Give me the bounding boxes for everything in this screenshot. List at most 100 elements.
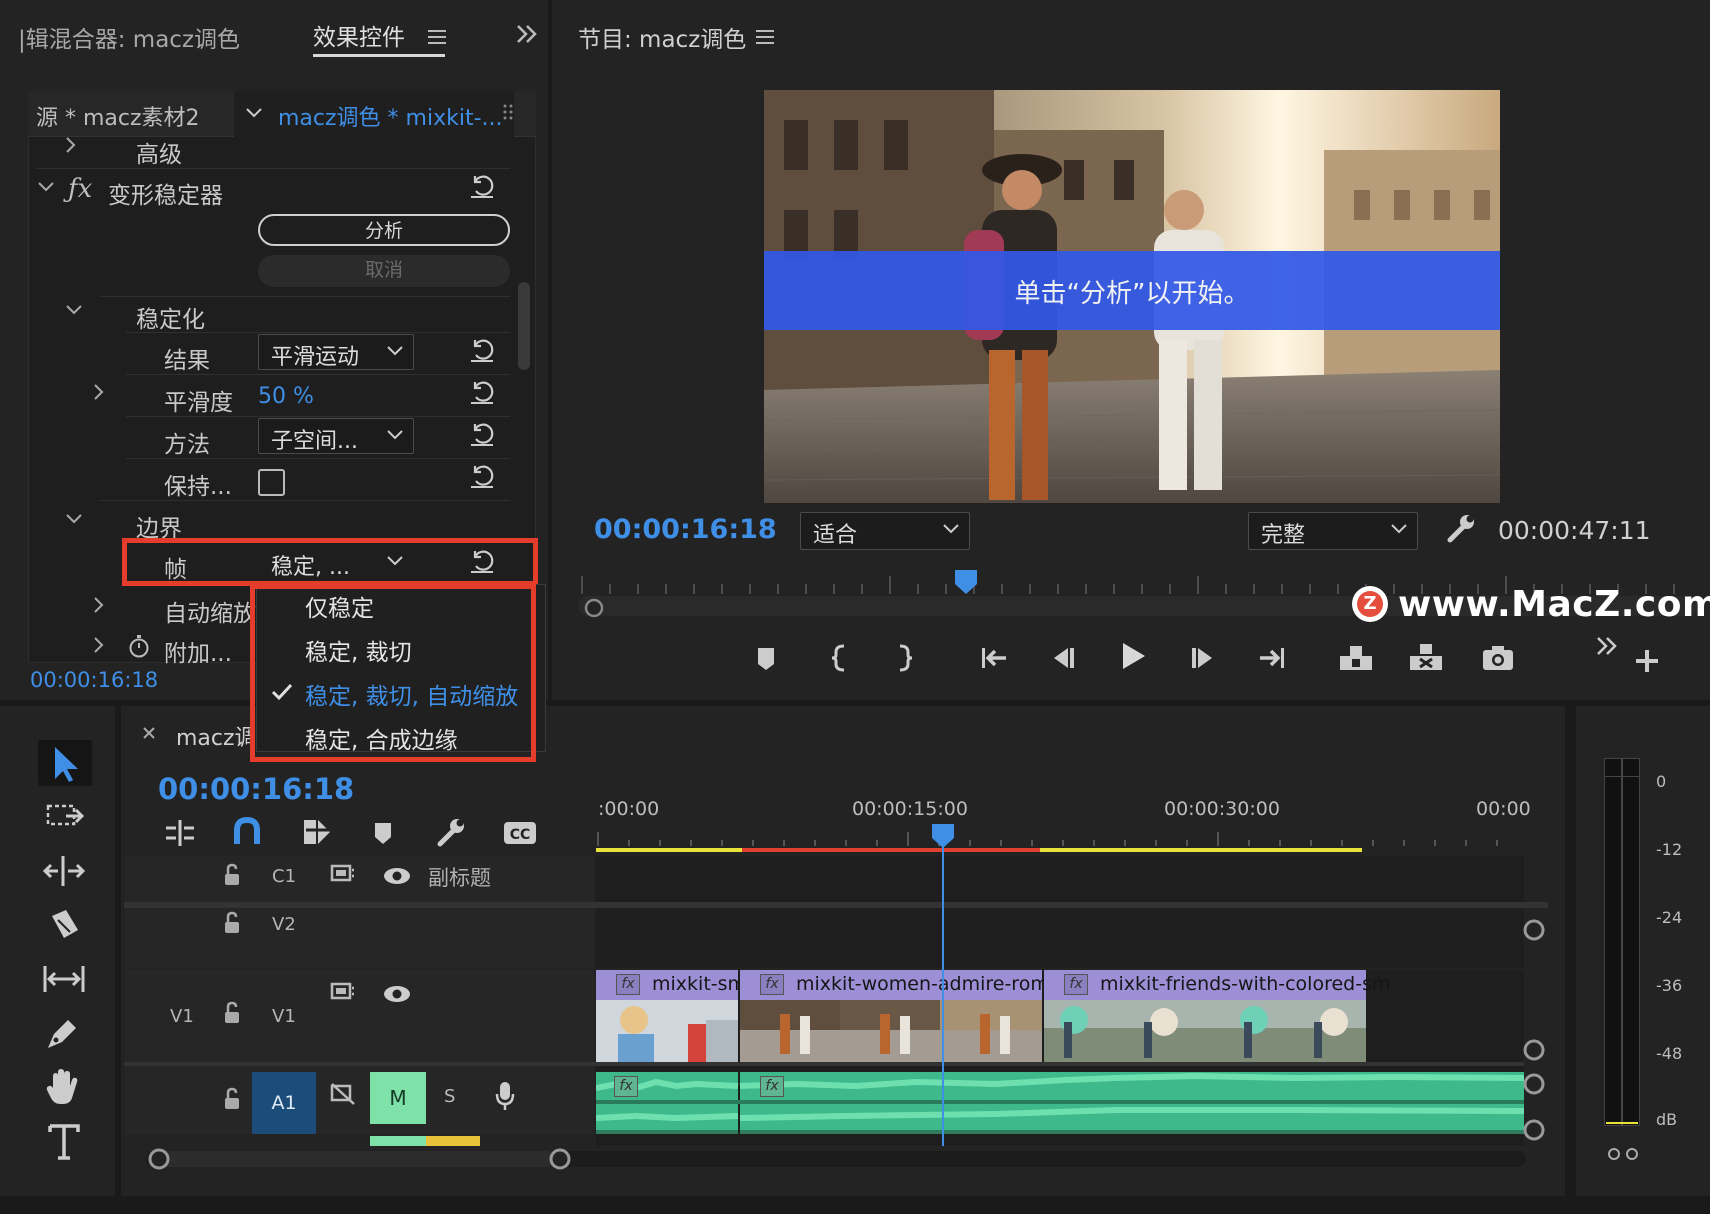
panel-menu-icon[interactable] <box>428 29 446 45</box>
video-clip-1[interactable]: fx mixkit-sm <box>596 970 746 1062</box>
program-current-timecode[interactable]: 00:00:16:18 <box>594 514 777 545</box>
panel-menu-icon[interactable] <box>756 29 774 45</box>
drag-handle-icon[interactable] <box>502 103 514 125</box>
lock-icon[interactable] <box>222 1000 242 1026</box>
tab-effect-controls[interactable]: 效果控件 <box>313 18 405 52</box>
snap-magnet-icon[interactable] <box>232 816 262 848</box>
captions-icon[interactable]: CC <box>502 820 538 846</box>
go-to-in-icon[interactable] <box>976 640 1012 676</box>
effect-controls-timecode[interactable]: 00:00:16:18 <box>30 668 158 692</box>
mute-track-button[interactable]: M <box>370 1072 426 1124</box>
slip-tool[interactable] <box>38 956 92 1002</box>
mark-in-icon[interactable] <box>822 640 858 676</box>
chevron-right-icon[interactable] <box>66 137 76 153</box>
tab-audio-mixer[interactable]: |辑混合器: macz调色 <box>18 20 240 54</box>
track-select-tool[interactable] <box>38 794 92 840</box>
stopwatch-icon[interactable] <box>128 634 150 658</box>
eye-icon[interactable] <box>382 984 412 1004</box>
track-lane-v2[interactable] <box>596 908 1524 968</box>
vertical-zoom-handle[interactable] <box>1522 1072 1546 1096</box>
source-patch-v1[interactable]: V1 <box>170 1006 194 1027</box>
sequence-tab[interactable]: macz调 <box>176 720 257 752</box>
step-forward-icon[interactable] <box>1186 640 1222 676</box>
track-label-a1[interactable]: A1 <box>252 1072 316 1134</box>
chevron-down-icon[interactable] <box>66 514 82 524</box>
reset-icon[interactable] <box>467 418 497 448</box>
program-monitor-title[interactable]: 节目: macz调色 <box>578 20 746 54</box>
panel-overflow-icon[interactable] <box>1596 636 1618 656</box>
track-label-c1[interactable]: C1 <box>272 866 296 887</box>
preserve-checkbox[interactable] <box>258 469 285 496</box>
wrench-icon[interactable] <box>1444 512 1478 546</box>
vertical-zoom-handle[interactable] <box>1522 918 1546 942</box>
toggle-sync-lock-icon[interactable] <box>330 862 356 886</box>
reset-icon[interactable] <box>467 376 497 406</box>
ripple-edit-tool[interactable] <box>38 848 92 894</box>
method-dropdown[interactable]: 子空间... <box>258 418 414 454</box>
zoom-level-dropdown[interactable]: 适合 <box>800 512 970 550</box>
sync-lock-off-icon[interactable] <box>330 1082 356 1106</box>
reset-icon[interactable] <box>467 170 497 200</box>
framing-dropdown[interactable]: 稳定, ... <box>258 544 414 580</box>
play-icon[interactable] <box>1114 638 1150 674</box>
lift-icon[interactable] <box>1338 640 1374 676</box>
playback-resolution-dropdown[interactable]: 完整 <box>1248 512 1418 550</box>
lock-icon[interactable] <box>222 862 242 888</box>
timeline-playhead[interactable] <box>930 822 956 1146</box>
hand-tool[interactable] <box>38 1064 92 1110</box>
smoothness-value[interactable]: 50 % <box>258 384 314 409</box>
close-icon[interactable] <box>142 726 156 740</box>
vertical-zoom-handle[interactable] <box>1522 1118 1546 1142</box>
step-back-icon[interactable] <box>1044 640 1080 676</box>
razor-tool[interactable] <box>38 902 92 948</box>
audio-clips[interactable] <box>596 1072 1524 1134</box>
extract-icon[interactable] <box>1408 640 1444 676</box>
analyze-button[interactable]: 分析 <box>258 214 510 246</box>
pen-tool[interactable] <box>38 1010 92 1056</box>
track-label-v1[interactable]: V1 <box>272 1006 296 1027</box>
lock-icon[interactable] <box>222 910 242 936</box>
video-clip-2[interactable]: fx mixkit-women-admire-roma <box>740 970 1060 1062</box>
go-to-out-icon[interactable] <box>1254 640 1290 676</box>
timeline-settings-wrench-icon[interactable] <box>434 816 468 850</box>
toggle-sync-lock-icon[interactable] <box>330 980 356 1004</box>
vertical-scrollbar[interactable] <box>518 282 530 370</box>
video-clip-3[interactable]: fx mixkit-friends-with-colored-sm <box>1044 970 1391 1062</box>
chevron-down-icon[interactable] <box>38 182 54 192</box>
lock-icon[interactable] <box>222 1086 242 1112</box>
add-marker-icon[interactable] <box>748 640 784 676</box>
reset-icon[interactable] <box>467 545 497 575</box>
sequence-clip-selector[interactable]: macz调色 * mixkit-... <box>234 91 514 137</box>
linked-selection-icon[interactable] <box>300 816 332 848</box>
reset-icon[interactable] <box>467 460 497 490</box>
selection-tool[interactable] <box>38 740 92 786</box>
solo-track-button[interactable]: S <box>444 1086 455 1107</box>
reset-icon[interactable] <box>467 334 497 364</box>
add-marker-icon[interactable] <box>372 820 394 846</box>
vertical-zoom-handle[interactable] <box>1522 1038 1546 1062</box>
fx-icon[interactable]: ƒx <box>68 174 92 204</box>
insert-nested-icon[interactable] <box>164 818 196 848</box>
eye-icon[interactable] <box>382 866 412 886</box>
result-dropdown[interactable]: 平滑运动 <box>258 334 414 370</box>
horizontal-scrollbar[interactable] <box>146 1146 1526 1172</box>
add-button-icon[interactable] <box>1634 648 1660 674</box>
panel-overflow-icon[interactable] <box>516 24 538 44</box>
timeline-timecode[interactable]: 00:00:16:18 <box>158 772 354 806</box>
export-frame-icon[interactable] <box>1480 640 1516 676</box>
meter-scale-36: -36 <box>1656 976 1683 995</box>
track-name-c1[interactable]: 副标题 <box>428 862 491 892</box>
source-clip-label[interactable]: 源 * macz素材2 <box>36 100 200 132</box>
microphone-icon[interactable] <box>494 1080 516 1112</box>
track-lane-c1[interactable] <box>596 856 1524 902</box>
type-tool[interactable] <box>38 1118 92 1164</box>
solo-channel-buttons[interactable] <box>1606 1146 1640 1162</box>
mark-out-icon[interactable] <box>886 640 922 676</box>
chevron-right-icon[interactable] <box>94 637 104 653</box>
chevron-right-icon[interactable] <box>94 384 104 400</box>
timeline-ruler[interactable] <box>596 830 1524 854</box>
chevron-right-icon[interactable] <box>94 597 104 613</box>
chevron-down-icon[interactable] <box>66 305 82 315</box>
track-label-v2[interactable]: V2 <box>272 914 296 935</box>
cancel-button[interactable]: 取消 <box>258 255 510 287</box>
